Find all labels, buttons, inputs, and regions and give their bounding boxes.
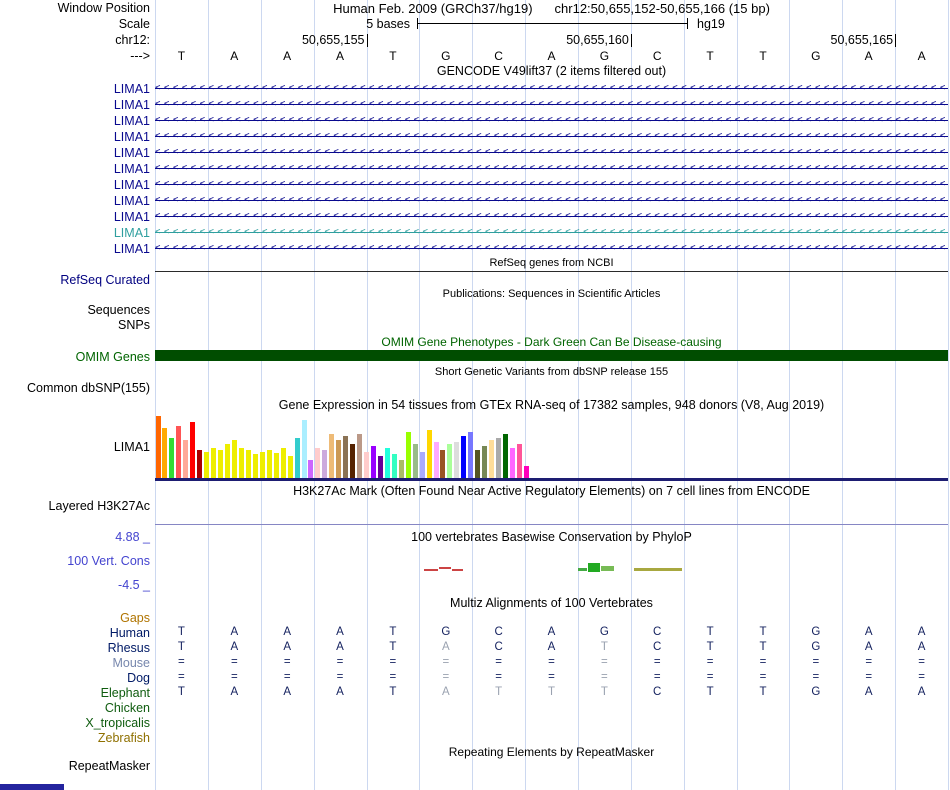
- alignment-base: T: [706, 641, 714, 653]
- alignment-base: A: [547, 626, 556, 638]
- alignment-base: A: [864, 686, 873, 698]
- alignment-base: A: [441, 641, 450, 653]
- alignment-base: =: [706, 671, 714, 683]
- alignment-base: C: [494, 626, 503, 638]
- alignment-base: A: [230, 641, 239, 653]
- alignment-base: A: [283, 686, 292, 698]
- species-label-gaps[interactable]: Gaps: [0, 611, 150, 625]
- alignment-base: C: [653, 686, 662, 698]
- alignment-base: G: [811, 626, 821, 638]
- alignment-base: T: [177, 626, 185, 638]
- species-label-zebrafish[interactable]: Zebrafish: [0, 731, 150, 745]
- species-label-x_tropicalis[interactable]: X_tropicalis: [0, 716, 150, 730]
- genome-browser: Window Position Human Feb. 2009 (GRCh37/…: [0, 0, 950, 790]
- alignment-base: A: [283, 641, 292, 653]
- alignment-base: G: [441, 626, 451, 638]
- alignment-base: G: [811, 641, 821, 653]
- alignment-base: T: [177, 641, 185, 653]
- alignment-base: A: [336, 626, 344, 638]
- multiz-rows: Gaps Human T A A A T G C A G C T T G A A Rhesus T A A A T A C A T C…: [0, 0, 950, 790]
- alignment-base: =: [230, 671, 238, 683]
- alignment-base: A: [917, 641, 926, 653]
- alignment-base: T: [759, 641, 767, 653]
- alignment-base: =: [230, 656, 238, 668]
- alignment-base: T: [389, 626, 397, 638]
- alignment-base: T: [706, 686, 714, 698]
- alignment-base: =: [495, 671, 502, 683]
- alignment-base: =: [601, 671, 608, 683]
- alignment-base: =: [178, 656, 185, 668]
- alignment-base: T: [495, 686, 503, 698]
- alignment-base: =: [389, 656, 397, 668]
- repeatmasker-title: Repeating Elements by RepeatMasker: [448, 745, 655, 759]
- alignment-base: A: [230, 686, 239, 698]
- repeatmasker-label[interactable]: RepeatMasker: [0, 759, 150, 773]
- alignment-base: =: [601, 656, 608, 668]
- alignment-base: =: [283, 656, 291, 668]
- alignment-base: T: [389, 641, 397, 653]
- alignment-base: C: [653, 626, 662, 638]
- alignment-base: =: [336, 656, 344, 668]
- alignment-base: A: [547, 641, 556, 653]
- alignment-base: T: [547, 686, 556, 698]
- bottom-blue-bar: [0, 784, 64, 790]
- alignment-base: =: [759, 656, 767, 668]
- alignment-base: T: [177, 686, 185, 698]
- alignment-base: A: [864, 641, 873, 653]
- alignment-base: =: [918, 656, 925, 668]
- alignment-base: C: [653, 641, 662, 653]
- alignment-base: T: [759, 626, 767, 638]
- alignment-base: =: [865, 671, 873, 683]
- alignment-base: =: [653, 656, 661, 668]
- alignment-base: =: [653, 671, 661, 683]
- alignment-base: A: [917, 686, 926, 698]
- alignment-base: =: [283, 671, 291, 683]
- alignment-base: A: [230, 626, 239, 638]
- alignment-base: =: [336, 671, 344, 683]
- alignment-base: T: [389, 686, 397, 698]
- alignment-base: =: [706, 656, 714, 668]
- alignment-base: T: [600, 686, 608, 698]
- alignment-base: =: [865, 656, 873, 668]
- alignment-base: =: [442, 671, 450, 683]
- alignment-base: T: [706, 626, 714, 638]
- species-label-rhesus[interactable]: Rhesus: [0, 641, 150, 655]
- alignment-base: T: [600, 641, 608, 653]
- species-label-human[interactable]: Human: [0, 626, 150, 640]
- alignment-base: A: [336, 641, 344, 653]
- alignment-base: A: [283, 626, 292, 638]
- alignment-base: =: [389, 671, 397, 683]
- alignment-base: G: [811, 686, 821, 698]
- alignment-base: =: [442, 656, 450, 668]
- alignment-base: =: [178, 671, 185, 683]
- alignment-base: =: [812, 656, 820, 668]
- alignment-base: A: [917, 626, 926, 638]
- alignment-base: =: [495, 656, 502, 668]
- alignment-base: G: [599, 626, 609, 638]
- species-label-chicken[interactable]: Chicken: [0, 701, 150, 715]
- alignment-base: T: [759, 686, 767, 698]
- alignment-base: =: [918, 671, 925, 683]
- alignment-base: =: [812, 671, 820, 683]
- alignment-base: A: [864, 626, 873, 638]
- species-label-mouse[interactable]: Mouse: [0, 656, 150, 670]
- alignment-base: C: [494, 641, 503, 653]
- alignment-base: A: [336, 686, 344, 698]
- alignment-base: =: [548, 671, 555, 683]
- alignment-base: A: [441, 686, 450, 698]
- alignment-base: =: [548, 656, 555, 668]
- alignment-base: =: [759, 671, 767, 683]
- species-label-dog[interactable]: Dog: [0, 671, 150, 685]
- species-label-elephant[interactable]: Elephant: [0, 686, 150, 700]
